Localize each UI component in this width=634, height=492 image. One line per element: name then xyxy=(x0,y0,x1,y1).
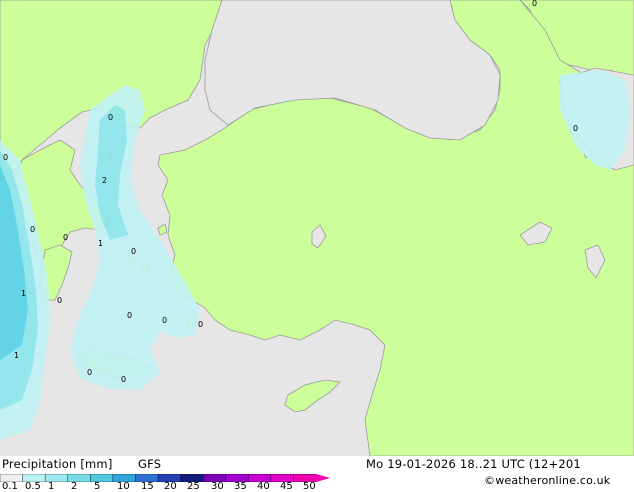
credit-link[interactable]: ©weatheronline.co.uk xyxy=(484,474,610,487)
colorbar-tick: 15 xyxy=(141,481,154,492)
point-label: 0 xyxy=(30,225,35,234)
point-label: 0 xyxy=(108,113,113,122)
model-name: GFS xyxy=(138,457,162,471)
point-label: 1 xyxy=(14,351,19,360)
colorbar-tick: 20 xyxy=(164,481,177,492)
colorbar-tick: 1 xyxy=(48,481,55,492)
point-label: 0 xyxy=(57,296,62,305)
colorbar-tick: 30 xyxy=(211,481,224,492)
colorbar-tick: 35 xyxy=(234,481,247,492)
product-title: Precipitation [mm] xyxy=(2,457,113,471)
valid-datetime: Mo 19-01-2026 18..21 UTC (12+201 xyxy=(366,457,581,471)
point-label: 0 xyxy=(198,320,203,329)
colorbar-tick: 10 xyxy=(117,481,130,492)
point-label: 0 xyxy=(127,311,132,320)
colorbar-tick: 40 xyxy=(257,481,270,492)
point-label: 1 xyxy=(98,239,103,248)
point-label: 0 xyxy=(63,233,68,242)
point-label: 0 xyxy=(87,368,92,377)
colorbar-tick: 5 xyxy=(94,481,101,492)
point-label: 0 xyxy=(162,316,167,325)
point-label: 0 xyxy=(573,124,578,133)
colorbar-tick: 50 xyxy=(303,481,316,492)
colorbar-tick: 0.1 xyxy=(2,481,18,492)
precipitation-map: 0 0 0 2 0 1 0 0 1 0 0 0 0 1 0 0 0 xyxy=(0,0,634,456)
point-label: 0 xyxy=(131,247,136,256)
point-label: 0 xyxy=(121,375,126,384)
point-label: 2 xyxy=(102,176,107,185)
colorbar-tick: 0.5 xyxy=(25,481,41,492)
point-label: 0 xyxy=(3,153,8,162)
colorbar-tick: 45 xyxy=(280,481,293,492)
point-label: 1 xyxy=(21,289,26,298)
colorbar-overflow-arrow xyxy=(316,474,330,482)
colorbar-tick: 2 xyxy=(71,481,78,492)
colorbar-tick: 25 xyxy=(187,481,200,492)
point-label: 0 xyxy=(532,0,537,8)
